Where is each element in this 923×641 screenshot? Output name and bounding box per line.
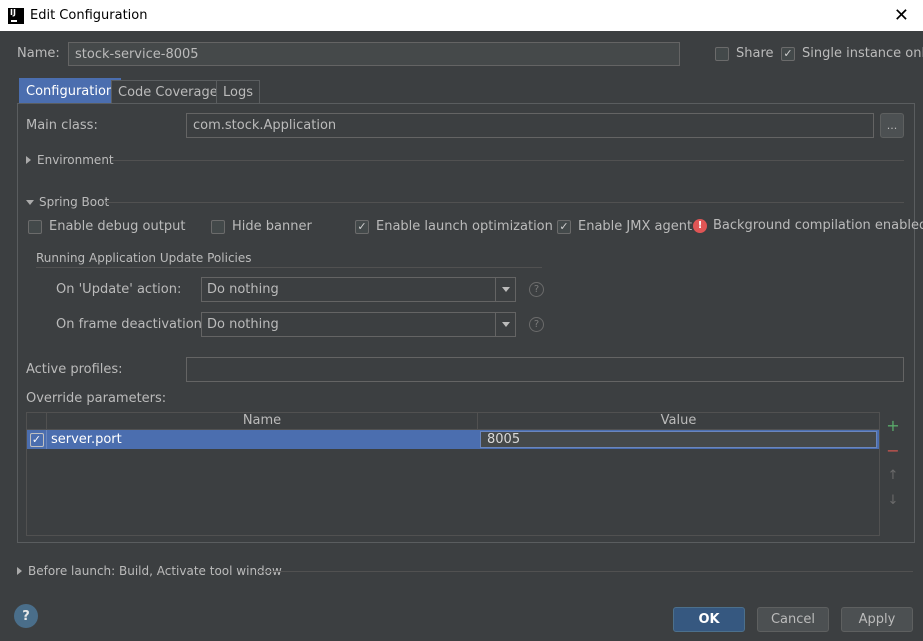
share-checkbox[interactable]: Share	[715, 46, 774, 61]
share-checkbox-box[interactable]	[715, 46, 729, 61]
on-update-label: On 'Update' action:	[56, 282, 182, 297]
column-header-name[interactable]: Name	[47, 413, 478, 429]
on-frame-deactivation-label: On frame deactivation:	[56, 317, 207, 332]
update-policies-title: Running Application Update Policies	[36, 251, 252, 265]
single-instance-checkbox-box[interactable]: ✓	[781, 46, 795, 61]
title-bar: IJ Edit Configuration ✕	[0, 0, 923, 31]
browse-main-class-button[interactable]: ...	[880, 113, 904, 138]
tab-code-coverage[interactable]: Code Coverage	[111, 80, 225, 104]
expand-down-icon	[26, 199, 34, 205]
cancel-button[interactable]: Cancel	[757, 607, 829, 632]
before-launch-section-toggle[interactable]: Before launch: Build, Activate tool wind…	[17, 564, 282, 578]
error-icon: !	[693, 218, 707, 233]
override-parameters-table: Name Value ✓ server.port 8005	[26, 412, 880, 536]
hide-banner-checkbox-box[interactable]	[211, 219, 225, 234]
override-parameters-label: Override parameters:	[26, 391, 167, 406]
debug-output-checkbox-box[interactable]	[28, 219, 42, 234]
window-title: Edit Configuration	[30, 8, 148, 23]
remove-icon[interactable]: −	[883, 440, 903, 460]
table-header: Name Value	[27, 413, 879, 430]
column-header-value[interactable]: Value	[478, 413, 879, 429]
apply-button[interactable]: Apply	[841, 607, 913, 632]
row-enabled-checkbox[interactable]: ✓	[29, 432, 44, 447]
expand-right-icon	[17, 567, 22, 575]
main-class-label: Main class:	[26, 118, 98, 133]
environment-separator	[112, 160, 904, 161]
move-down-icon[interactable]: ↓	[883, 490, 903, 510]
add-icon[interactable]: +	[883, 415, 903, 435]
table-row[interactable]: ✓ server.port 8005	[27, 430, 879, 449]
chevron-down-icon[interactable]	[495, 278, 515, 301]
main-class-input[interactable]: com.stock.Application	[186, 113, 874, 138]
expand-right-icon	[26, 156, 31, 164]
tab-configuration[interactable]: Configuration	[19, 78, 122, 104]
background-compilation-status: ! Background compilation enabled	[693, 218, 923, 233]
help-icon[interactable]: ?	[529, 317, 544, 332]
enable-jmx-agent-checkbox[interactable]: ✓ Enable JMX agent	[557, 219, 692, 234]
enable-debug-output-checkbox[interactable]: Enable debug output	[28, 219, 185, 234]
single-instance-checkbox[interactable]: ✓ Single instance only	[781, 46, 923, 61]
before-launch-separator	[258, 571, 913, 572]
hide-banner-checkbox[interactable]: Hide banner	[211, 219, 312, 234]
name-label: Name:	[17, 46, 60, 61]
help-icon[interactable]: ?	[529, 282, 544, 297]
share-label: Share	[736, 46, 774, 61]
active-profiles-input[interactable]	[186, 357, 904, 382]
on-update-dropdown[interactable]: Do nothing	[201, 277, 516, 302]
row-name-cell[interactable]: server.port	[47, 430, 478, 449]
ok-button[interactable]: OK	[673, 607, 745, 632]
active-profiles-label: Active profiles:	[26, 362, 123, 377]
spring-boot-separator	[106, 202, 904, 203]
single-instance-label: Single instance only	[802, 46, 923, 61]
tab-logs[interactable]: Logs	[216, 80, 260, 104]
spring-boot-section-toggle[interactable]: Spring Boot	[26, 195, 109, 209]
chevron-down-icon[interactable]	[495, 313, 515, 336]
update-policies-separator	[36, 267, 542, 268]
close-icon[interactable]: ✕	[894, 5, 909, 26]
move-up-icon[interactable]: ↑	[883, 465, 903, 485]
launch-optimization-checkbox-box[interactable]: ✓	[355, 219, 369, 234]
name-input[interactable]: stock-service-8005	[68, 42, 680, 66]
environment-section-toggle[interactable]: Environment	[26, 153, 114, 167]
intellij-icon: IJ	[8, 7, 24, 24]
enable-launch-optimization-checkbox[interactable]: ✓ Enable launch optimization	[355, 219, 553, 234]
row-value-input[interactable]: 8005	[480, 431, 877, 448]
on-frame-deactivation-dropdown[interactable]: Do nothing	[201, 312, 516, 337]
help-button[interactable]: ?	[14, 604, 38, 628]
jmx-agent-checkbox-box[interactable]: ✓	[557, 219, 571, 234]
